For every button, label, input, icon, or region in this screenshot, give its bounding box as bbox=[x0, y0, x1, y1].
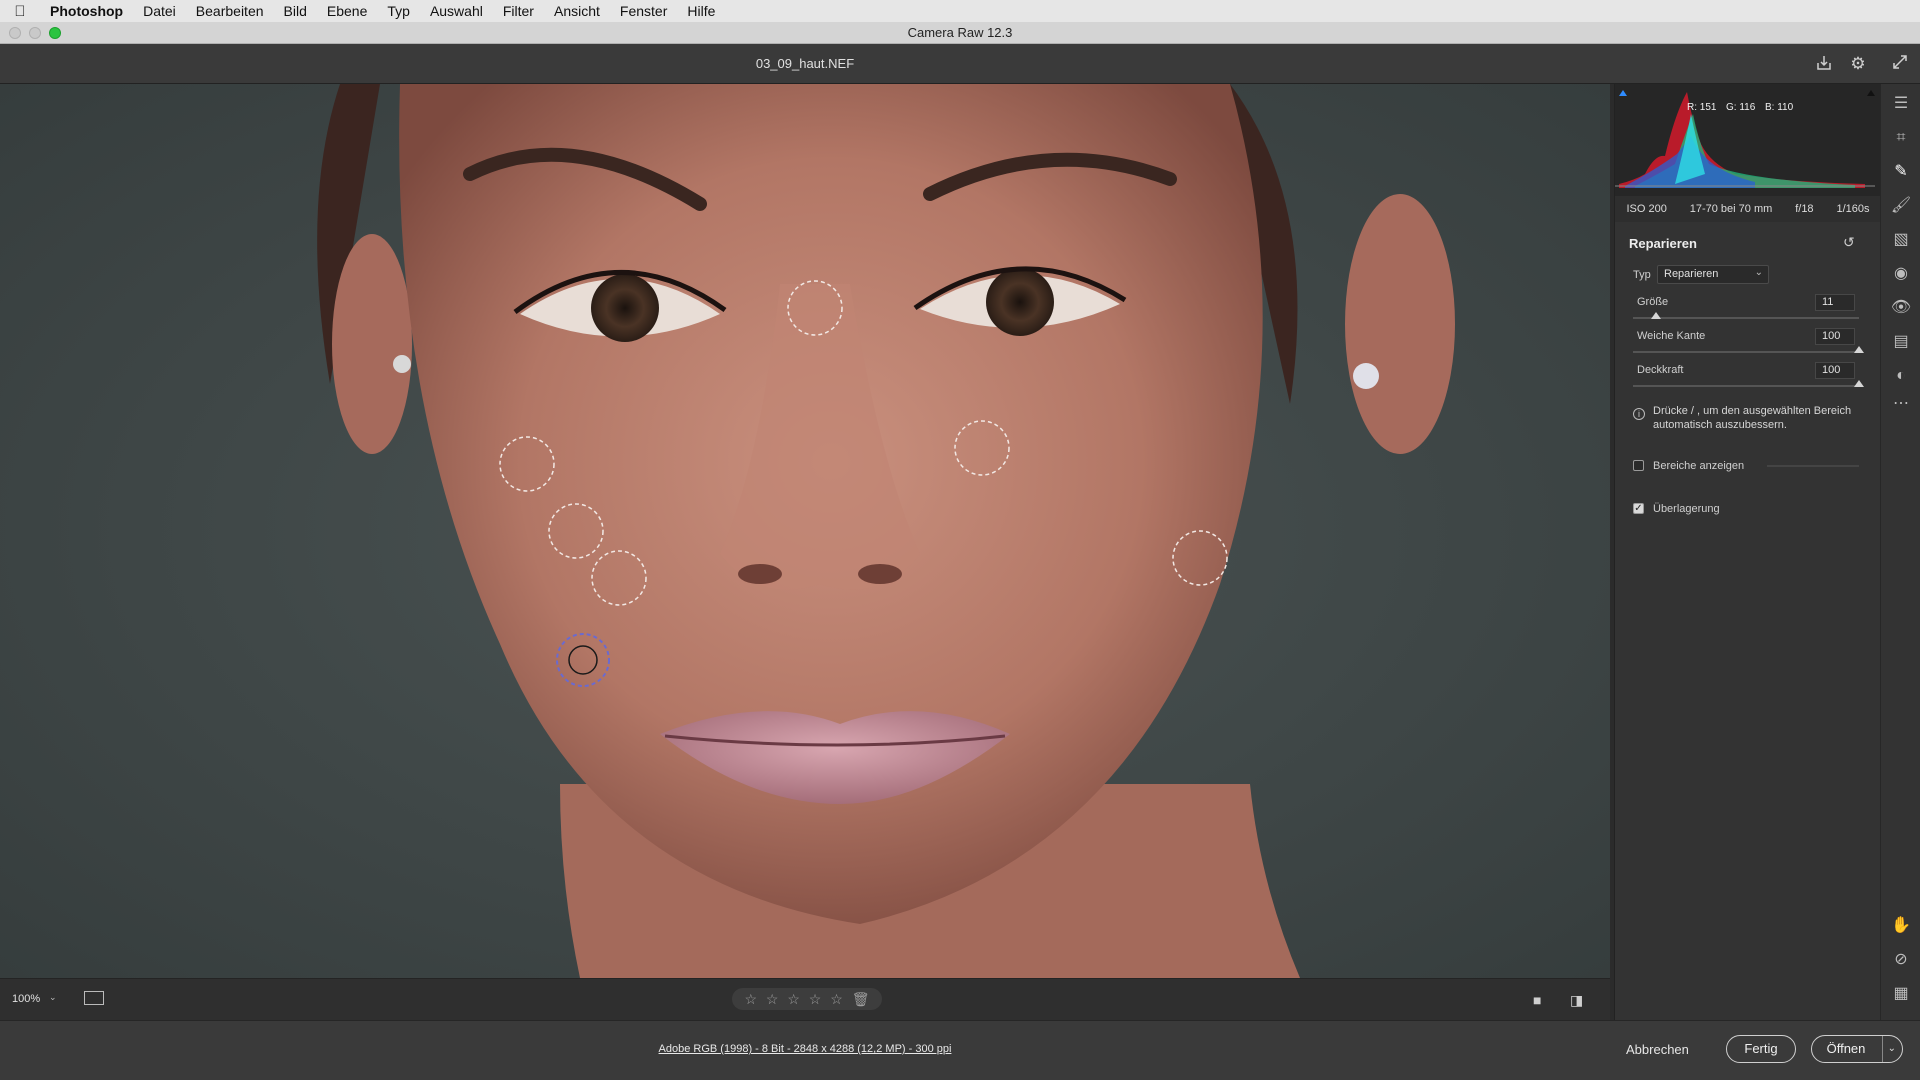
opacity-label: Deckkraft bbox=[1637, 364, 1684, 376]
menu-hilfe[interactable]: Hilfe bbox=[677, 0, 725, 22]
histogram-r-value: R: 151 bbox=[1687, 102, 1717, 113]
brush-icon[interactable]: 🖌 bbox=[1889, 194, 1913, 218]
cancel-button[interactable]: Abbrechen bbox=[1626, 1042, 1689, 1057]
type-dropdown-value: Reparieren bbox=[1664, 268, 1719, 280]
panel-title: Reparieren bbox=[1629, 236, 1697, 251]
trash-icon[interactable]: 🗑 bbox=[852, 991, 870, 1008]
star-icon[interactable]: ☆ bbox=[744, 991, 757, 1008]
feather-value-field[interactable]: 100 bbox=[1815, 328, 1855, 345]
histogram-b-value: B: 110 bbox=[1765, 102, 1794, 113]
overlay-checkbox[interactable]: ✓ bbox=[1633, 503, 1644, 514]
histogram-g-value: G: 116 bbox=[1726, 102, 1756, 113]
fullscreen-window-button[interactable] bbox=[49, 27, 61, 39]
edit-panel: R: 151 G: 116 B: 110 ISO 200 17-70 bei 7… bbox=[1614, 84, 1881, 1020]
fullscreen-icon[interactable] bbox=[1890, 54, 1910, 74]
done-button[interactable]: Fertig bbox=[1726, 1035, 1796, 1063]
menu-auswahl[interactable]: Auswahl bbox=[420, 0, 493, 22]
size-slider-thumb[interactable] bbox=[1650, 312, 1661, 319]
open-button[interactable]: Öffnen ⌄ bbox=[1811, 1035, 1903, 1063]
show-areas-checkbox[interactable] bbox=[1633, 460, 1644, 471]
file-name: 03_09_haut.NEF bbox=[755, 56, 855, 71]
star-icon[interactable]: ☆ bbox=[830, 991, 843, 1008]
menu-datei[interactable]: Datei bbox=[133, 0, 186, 22]
menu-bild[interactable]: Bild bbox=[274, 0, 317, 22]
window-title-bar: Camera Raw 12.3 bbox=[0, 22, 1920, 44]
feather-label: Weiche Kante bbox=[1637, 330, 1706, 342]
exif-aperture: f/18 bbox=[1795, 203, 1814, 215]
presets-icon[interactable]: ◐ bbox=[1889, 364, 1913, 388]
show-areas-label: Bereiche anzeigen bbox=[1653, 460, 1745, 472]
overlay-label: Überlagerung bbox=[1653, 503, 1720, 515]
menu-bar:  Photoshop Datei Bearbeiten Bild Ebene … bbox=[0, 0, 1920, 22]
chevron-down-icon[interactable]: ⌄ bbox=[1881, 1036, 1896, 1062]
file-header: 03_09_haut.NEF ⚙ bbox=[0, 44, 1920, 84]
minimize-window-button[interactable] bbox=[29, 27, 41, 39]
exif-shutter: 1/160s bbox=[1836, 203, 1870, 215]
close-window-button[interactable] bbox=[9, 27, 21, 39]
more-icon[interactable]: ⋯ bbox=[1889, 392, 1913, 416]
hint-text: Drücke / , um den ausgewählten Bereich a… bbox=[1653, 405, 1852, 431]
before-after-icon[interactable]: ◨ bbox=[1570, 992, 1583, 1009]
zoom-level[interactable]: 100% bbox=[12, 993, 40, 1005]
opacity-slider[interactable] bbox=[1633, 380, 1864, 387]
filmstrip-icon[interactable] bbox=[84, 991, 104, 1005]
open-button-label: Öffnen bbox=[1826, 1041, 1866, 1056]
image-canvas[interactable] bbox=[0, 84, 1610, 978]
feather-slider-thumb[interactable] bbox=[1854, 346, 1864, 353]
snapshots-icon[interactable]: ▤ bbox=[1889, 330, 1913, 354]
exif-info: ISO 200 17-70 bei 70 mm f/18 1/160s bbox=[1615, 196, 1881, 222]
hand-icon[interactable]: ✋ bbox=[1889, 914, 1913, 938]
star-icon[interactable]: ☆ bbox=[787, 991, 800, 1008]
gear-icon[interactable]: ⚙ bbox=[1848, 54, 1868, 74]
star-icon[interactable]: ☆ bbox=[766, 991, 779, 1008]
size-value-field[interactable]: 11 bbox=[1815, 294, 1855, 311]
star-icon[interactable]: ☆ bbox=[809, 991, 822, 1008]
chevron-down-icon: ⌄ bbox=[1754, 267, 1763, 278]
opacity-value-field[interactable]: 100 bbox=[1815, 362, 1855, 379]
bottom-toolbar: 100% ⌄ ☆ ☆ ☆ ☆ ☆ 🗑 ■ ◨ bbox=[0, 978, 1610, 1020]
workflow-options-link[interactable]: Adobe RGB (1998) - 8 Bit - 2848 x 4288 (… bbox=[0, 1043, 1610, 1055]
menu-filter[interactable]: Filter bbox=[493, 0, 544, 22]
healing-brush-icon[interactable]: ✎ bbox=[1889, 160, 1913, 184]
chevron-down-icon[interactable]: ⌄ bbox=[49, 992, 57, 1003]
histogram: R: 151 G: 116 B: 110 bbox=[1615, 84, 1881, 196]
crop-icon[interactable]: ⌗ bbox=[1889, 126, 1913, 150]
single-view-icon[interactable]: ■ bbox=[1533, 992, 1541, 1008]
color-sampler-icon[interactable]: ⊘ bbox=[1889, 948, 1913, 972]
exif-iso: ISO 200 bbox=[1626, 203, 1667, 215]
menu-ebene[interactable]: Ebene bbox=[317, 0, 377, 22]
show-areas-slider[interactable] bbox=[1767, 465, 1859, 467]
reset-icon[interactable]: ↺ bbox=[1843, 234, 1855, 251]
type-label: Typ bbox=[1633, 269, 1651, 281]
save-image-icon[interactable] bbox=[1814, 54, 1834, 74]
menu-fenster[interactable]: Fenster bbox=[610, 0, 677, 22]
apple-icon[interactable]:  bbox=[0, 3, 40, 20]
menu-bearbeiten[interactable]: Bearbeiten bbox=[186, 0, 274, 22]
tool-strip: ☰ ⌗ ✎ 🖌 ▧ ◉ 👁 ▤ ◐ ⋯ ✋ ⊘ ▦ bbox=[1880, 84, 1920, 1020]
type-dropdown[interactable]: Reparieren ⌄ bbox=[1657, 265, 1769, 284]
menu-ansicht[interactable]: Ansicht bbox=[544, 0, 610, 22]
sliders-icon[interactable]: ☰ bbox=[1889, 92, 1913, 116]
info-icon: i bbox=[1633, 408, 1645, 420]
feather-slider[interactable] bbox=[1633, 346, 1864, 353]
red-eye-icon[interactable]: 👁 bbox=[1889, 296, 1913, 320]
window-title: Camera Raw 12.3 bbox=[907, 25, 1013, 40]
portrait-photo bbox=[0, 84, 1610, 978]
size-slider[interactable] bbox=[1633, 312, 1859, 319]
exif-lens: 17-70 bei 70 mm bbox=[1689, 203, 1773, 215]
radial-filter-icon[interactable]: ◉ bbox=[1889, 262, 1913, 286]
opacity-slider-thumb[interactable] bbox=[1854, 380, 1864, 387]
size-label: Größe bbox=[1637, 296, 1669, 308]
footer: Adobe RGB (1998) - 8 Bit - 2848 x 4288 (… bbox=[0, 1020, 1920, 1080]
rating-stars: ☆ ☆ ☆ ☆ ☆ 🗑 bbox=[732, 988, 882, 1010]
gradient-icon[interactable]: ▧ bbox=[1889, 228, 1913, 252]
menu-typ[interactable]: Typ bbox=[377, 0, 420, 22]
grid-icon[interactable]: ▦ bbox=[1889, 982, 1913, 1006]
menu-app[interactable]: Photoshop bbox=[40, 0, 133, 22]
